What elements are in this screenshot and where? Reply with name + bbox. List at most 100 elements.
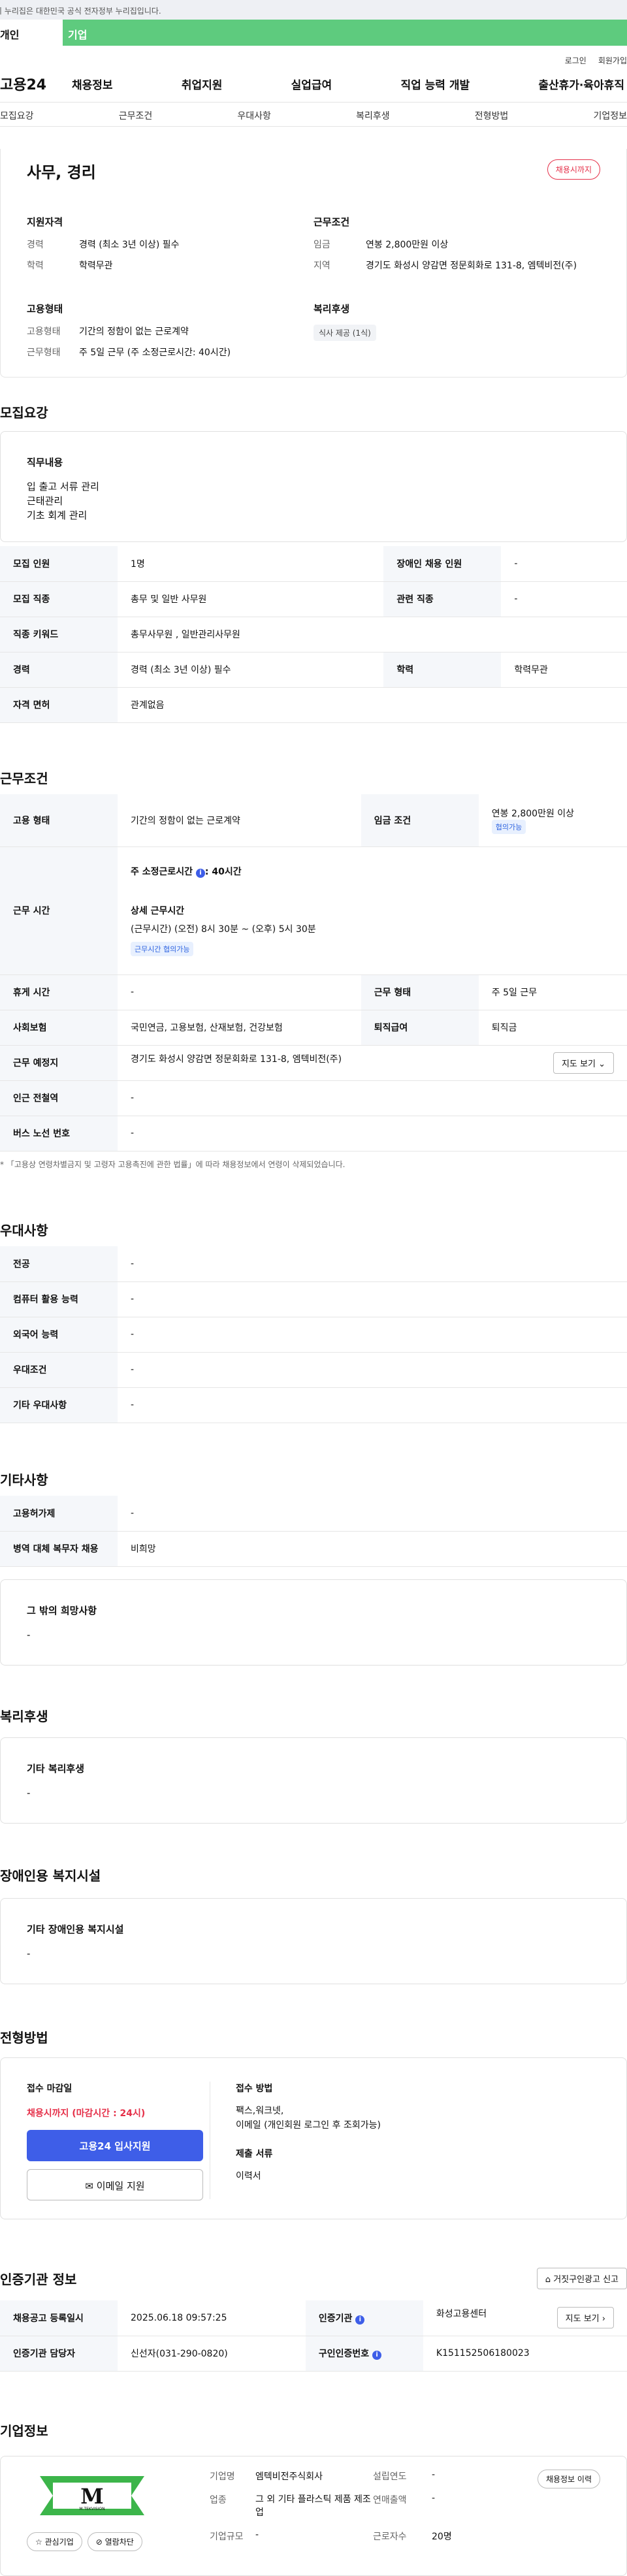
kv-value: 경력 (최소 3년 이상) 필수 (79, 240, 180, 250)
job-summary-card: 사무, 경리 채용시까지 지원자격 경력 경력 (최소 3년 이상) 필수 학력 학… (0, 149, 627, 378)
map-button[interactable]: 지도 보기 ⌄ (553, 1052, 614, 1074)
table-row: 전공 - (0, 1246, 627, 1282)
duty-box: 직무내용 입 출고 서류 관리 근태관리 기초 회계 관리 (0, 431, 627, 542)
join-link[interactable]: 회원가입 (598, 55, 627, 65)
menu-leave[interactable]: 출산휴가·육아휴직 (538, 76, 624, 92)
other-wish-box: 그 밖의 희망사항 - (0, 1579, 627, 1666)
job-title: 사무, 경리 (27, 163, 96, 182)
table-cell: - (118, 1246, 627, 1282)
section-title-process: 전형방법 (0, 2030, 48, 2046)
section-nav-recruit[interactable]: 모집요강 (0, 109, 34, 126)
kv-value: 경기도 화성시 양감면 정문회화로 131-8, 엠텍비전(주) (366, 261, 577, 271)
user-type-tabs: 개인 기업 (0, 20, 627, 46)
table-row: 고용 형태 기간의 정함이 없는 근로계약 임금 조건 연봉 2,800만원 이… (0, 794, 627, 847)
summary-employment: 고용형태 고용형태 기간의 정함이 없는 근로계약 근무형태 주 5일 근무 (주 … (27, 302, 314, 366)
tab-company[interactable]: 기업 (63, 20, 627, 46)
table-cell: - (118, 1352, 627, 1388)
preference-table: 전공 - 컴퓨터 활용 능력 - 외국어 능력 - 우대조건 - 기타 우대사항 - (0, 1246, 627, 1423)
kv-key: 학력 (27, 261, 44, 271)
wage-value: 연봉 2,800만원 이상 (491, 808, 575, 819)
menu-skills[interactable]: 직업 능력 개발 (400, 76, 470, 92)
table-cell: 경력 (최소 3년 이상) 필수 (118, 652, 384, 688)
company-value: 20명 (432, 2532, 452, 2542)
site-logo[interactable]: 고용24 (0, 73, 72, 94)
table-header-cell: 학력 (383, 652, 502, 688)
kv-key: 지역 (314, 261, 330, 271)
info-icon[interactable]: i (355, 2315, 365, 2325)
report-button[interactable]: ⌂ 거짓구인광고 신고 (536, 2268, 627, 2289)
table-header-cell: 기타 우대사항 (0, 1387, 118, 1423)
company-actions: ☆ 관심기업 ⊘ 열람차단 (27, 2532, 142, 2551)
table-header-cell: 고용허가제 (0, 1496, 118, 1532)
menu-jobs[interactable]: 채용정보 (72, 76, 113, 92)
company-info: 기업명 엠텍비전주식회사 설립연도 - 업종 그 외 기타 플라스틱 제품 제조… (210, 2470, 510, 2543)
section-nav-preference[interactable]: 우대사항 (237, 109, 271, 126)
kv-key: 고용형태 (27, 327, 61, 337)
history-button[interactable]: 채용정보 이력 (537, 2470, 600, 2488)
duty-line: 기초 회계 관리 (27, 509, 88, 521)
kv-value: 학력무관 (79, 261, 113, 271)
table-row: 채용공고 등록일시 2025.06.18 09:57:25 인증기관 i 화성고… (0, 2300, 627, 2336)
summary-conditions: 근무조건 임금 연봉 2,800만원 이상 지역 경기도 화성시 양감면 정문회화로… (314, 215, 600, 280)
table-header-cell: 직종 키워드 (0, 617, 118, 652)
cert-table: 채용공고 등록일시 2025.06.18 09:57:25 인증기관 i 화성고… (0, 2300, 627, 2372)
summary-qualification: 지원자격 경력 경력 (최소 3년 이상) 필수 학력 학력무관 (27, 215, 314, 280)
recruit-table: 모집 인원 1명 장애인 채용 인원 - 모집 직종 총무 및 일반 사무원 관… (0, 546, 627, 723)
detail-hours-value: (근무시간) (오전) 8시 30분 ~ (오후) 5시 30분 (131, 924, 316, 935)
table-cell: 총무사무원 , 일반관리사무원 (118, 617, 627, 652)
table-cell: - (118, 1496, 627, 1532)
table-cell: 국민연금, 고용보험, 산재보험, 건강보험 (118, 1010, 361, 1046)
company-value: - (432, 2493, 436, 2504)
table-header-cell: 임금 조건 (361, 794, 479, 847)
table-cell: - (501, 581, 627, 617)
table-row: 병역 대체 복무자 채용 비희망 (0, 1531, 627, 1567)
report-button-label: 거짓구인광고 신고 (553, 2275, 619, 2285)
summary-heading: 복리후생 (314, 303, 350, 315)
table-row: 모집 직종 총무 및 일반 사무원 관련 직종 - (0, 581, 627, 617)
gov-banner-text: 이 누리집은 대한민국 공식 전자정부 누리집입니다. (0, 7, 161, 16)
cert-agency-value: 화성고용센터 (436, 2309, 487, 2320)
cert-map-label: 지도 보기 (565, 2314, 600, 2325)
conditions-table: 고용 형태 기간의 정함이 없는 근로계약 임금 조건 연봉 2,800만원 이… (0, 794, 627, 1151)
login-link[interactable]: 로그인 (565, 55, 587, 65)
table-header-cell: 외국어 능력 (0, 1317, 118, 1353)
deadline-value: 채용시까지 (마감시간 : 24시) (27, 2108, 146, 2119)
table-header-cell: 인증기관 담당자 (0, 2336, 118, 2372)
company-value: - (432, 2470, 436, 2480)
company-logo: M M.TEKVISION (27, 2470, 157, 2522)
info-icon[interactable]: i (195, 869, 205, 878)
section-nav-conditions[interactable]: 근무조건 (119, 109, 153, 126)
email-apply-button[interactable]: ✉ 이메일 지원 (27, 2169, 203, 2200)
info-icon[interactable]: i (372, 2351, 382, 2360)
company-value: 그 외 기타 플라스틱 제품 제조업 (255, 2494, 371, 2518)
apply-button[interactable]: 고용24 입사지원 (27, 2130, 203, 2161)
section-nav-process[interactable]: 전형방법 (475, 109, 509, 126)
table-row: 자격 면허 관계없음 (0, 687, 627, 723)
cert-number-label: 구인인증번호 (318, 2349, 370, 2359)
interest-button[interactable]: ☆ 관심기업 (27, 2532, 82, 2551)
table-cell: K151152506180023 (423, 2336, 627, 2372)
mail-icon: ✉ (85, 2180, 93, 2192)
table-row: 우대조건 - (0, 1352, 627, 1388)
main-menu: 채용정보 취업지원 실업급여 직업 능력 개발 출산휴가·육아휴직 (72, 76, 627, 92)
company-box: M M.TEKVISION ☆ 관심기업 ⊘ 열람차단 기업명 엠텍비전주식회사… (0, 2456, 627, 2576)
table-row: 경력 경력 (최소 3년 이상) 필수 학력 학력무관 (0, 652, 627, 688)
star-icon: ☆ (35, 2537, 42, 2547)
table-header-cell: 근무 시간 (0, 846, 118, 975)
menu-unemployment-benefit[interactable]: 실업급여 (291, 76, 332, 92)
section-nav-company[interactable]: 기업정보 (593, 109, 627, 126)
table-row: 컴퓨터 활용 능력 - (0, 1281, 627, 1317)
section-nav-welfare[interactable]: 복리후생 (356, 109, 390, 126)
block-button[interactable]: ⊘ 열람차단 (87, 2532, 142, 2551)
tab-personal[interactable]: 개인 (0, 20, 63, 46)
summary-heading: 지원자격 (27, 216, 63, 228)
table-row: 근무 시간 주 소정근로시간 i: 40시간 상세 근무시간 (근무시간) (오… (0, 846, 627, 975)
menu-employment-support[interactable]: 취업지원 (182, 76, 223, 92)
duty-heading: 직무내용 (27, 457, 63, 468)
table-header-cell: 인증기관 i (305, 2300, 423, 2336)
table-header-cell: 채용공고 등록일시 (0, 2300, 118, 2336)
cert-map-button[interactable]: 지도 보기 › (556, 2307, 614, 2329)
welfare-value: - (27, 1787, 31, 1799)
weekly-hours-label: 주 소정근로시간 (131, 867, 193, 877)
cert-agency-label: 인증기관 (318, 2313, 353, 2324)
